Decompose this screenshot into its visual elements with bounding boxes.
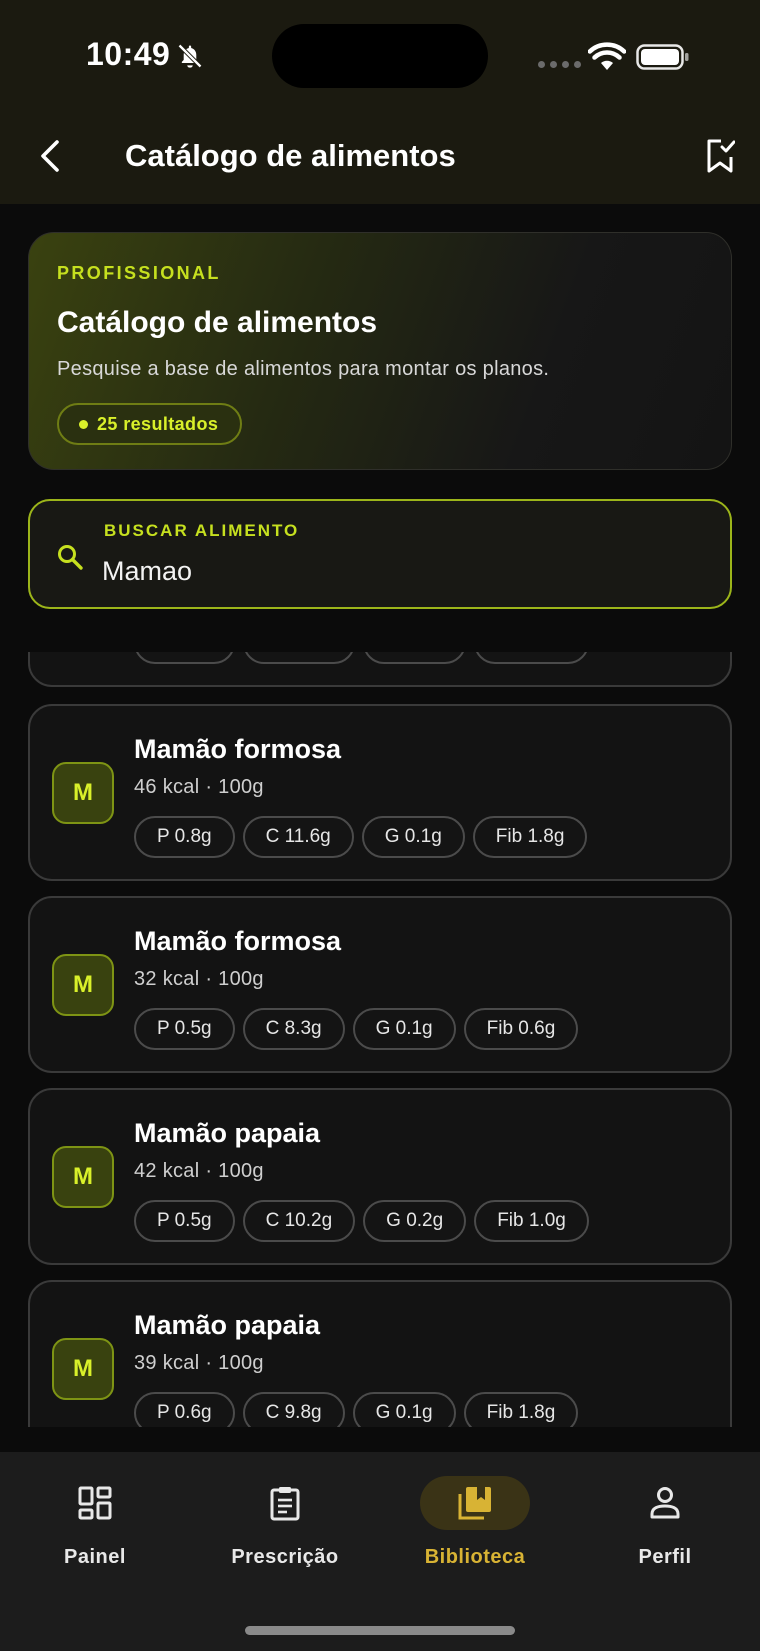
macro-chips: P 0.5g C 10.2g G 0.2g Fib 1.0g	[134, 1200, 589, 1242]
dynamic-island	[272, 24, 488, 88]
food-name: Mamão formosa	[134, 734, 342, 764]
status-time: 10:49	[86, 36, 171, 72]
search-label: BUSCAR ALIMENTO	[104, 521, 300, 540]
food-name: Mamão formosa	[134, 926, 342, 956]
app-bar-title: Catálogo de alimentos	[125, 138, 456, 173]
food-card[interactable]: M P 0.2g C 34.6g G 0.1g Fib 1.0g	[28, 652, 732, 687]
food-name: Mamão papaia	[134, 1118, 321, 1148]
macro-chips: P 0.5g C 8.3g G 0.1g Fib 0.6g	[134, 1008, 579, 1050]
fat-chip: G 0.1g	[352, 1392, 456, 1427]
food-calories: 32 kcal · 100g	[134, 968, 264, 990]
protein-chip: P 0.5g	[134, 1008, 235, 1050]
carbs-chip: C 34.6g	[242, 652, 356, 664]
protein-chip: P 0.8g	[134, 816, 235, 858]
chevron-left-icon	[41, 140, 59, 172]
nav-item-prescricao[interactable]: Prescrição	[190, 1476, 380, 1586]
hero-card: PROFISSIONAL Catálogo de alimentos Pesqu…	[28, 232, 732, 470]
dashboard-icon	[78, 1486, 112, 1520]
food-calories: 46 kcal · 100g	[134, 776, 264, 798]
carbs-chip: C 11.6g	[242, 816, 354, 858]
clipboard-icon	[270, 1487, 300, 1521]
macro-chips: P 0.2g C 34.6g G 0.1g Fib 1.0g	[134, 652, 589, 664]
back-button[interactable]	[30, 136, 70, 176]
protein-chip: P 0.6g	[134, 1392, 235, 1427]
cellular-signal-icon	[538, 61, 581, 68]
fiber-chip: Fib 1.8g	[472, 816, 588, 858]
results-count-badge: 25 resultados	[57, 403, 243, 445]
nav-item-painel[interactable]: Painel	[0, 1476, 190, 1586]
fiber-chip: Fib 0.6g	[463, 1008, 579, 1050]
food-avatar: M	[52, 1338, 114, 1400]
macro-chips: P 0.8g C 11.6g G 0.1g Fib 1.8g	[134, 816, 588, 858]
nav-icon-container	[40, 1476, 150, 1530]
fat-chip: G 0.2g	[363, 1200, 467, 1242]
nav-label: Prescrição	[231, 1546, 339, 1568]
bottom-navigation: Painel Prescrição Biblioteca Perfil	[0, 1452, 760, 1651]
food-card[interactable]: M Mamão papaia 42 kcal · 100g P 0.5g C 1…	[28, 1088, 732, 1265]
nav-label: Perfil	[638, 1546, 692, 1568]
top-bar: 10:49 Catálogo de alimentos	[0, 0, 760, 204]
saved-bookmark-button[interactable]	[700, 136, 740, 176]
fat-chip: G 0.1g	[352, 1008, 456, 1050]
food-name: Mamão papaia	[134, 1310, 321, 1340]
nav-icon-container	[230, 1476, 340, 1530]
fiber-chip: Fib 1.8g	[463, 1392, 579, 1427]
nav-icon-container	[420, 1476, 530, 1530]
nav-label: Painel	[64, 1546, 126, 1568]
hero-eyebrow: PROFISSIONAL	[57, 263, 221, 283]
protein-chip: P 0.2g	[134, 652, 235, 664]
bookmark-check-icon	[707, 139, 735, 173]
nav-label: Biblioteca	[424, 1546, 526, 1568]
nav-icon-container	[610, 1476, 720, 1530]
search-field[interactable]: BUSCAR ALIMENTO	[28, 499, 732, 609]
food-calories: 42 kcal · 100g	[134, 1160, 264, 1182]
wifi-icon	[588, 42, 626, 70]
hero-title: Catálogo de alimentos	[57, 306, 378, 339]
food-card[interactable]: M Mamão formosa 32 kcal · 100g P 0.5g C …	[28, 896, 732, 1073]
person-icon	[650, 1487, 680, 1519]
macro-chips: P 0.6g C 9.8g G 0.1g Fib 1.8g	[134, 1392, 579, 1427]
screen: 10:49 Catálogo de alimentos PROFISSIONAL…	[0, 0, 760, 1651]
search-icon	[58, 545, 83, 570]
carbs-chip: C 8.3g	[242, 1008, 345, 1050]
food-avatar: M	[52, 954, 114, 1016]
status-dot-icon	[79, 419, 88, 429]
battery-icon	[636, 44, 689, 70]
nav-item-perfil[interactable]: Perfil	[570, 1476, 760, 1586]
results-count-label: 25 resultados	[97, 413, 219, 434]
food-list[interactable]: M P 0.2g C 34.6g G 0.1g Fib 1.0g M Mamão…	[0, 652, 760, 1427]
library-icon	[458, 1487, 491, 1520]
hero-subtitle: Pesquise a base de alimentos para montar…	[57, 358, 550, 380]
carbs-chip: C 9.8g	[242, 1392, 345, 1427]
fiber-chip: Fib 1.0g	[474, 652, 589, 664]
search-input[interactable]	[102, 551, 702, 591]
food-avatar: M	[52, 1146, 114, 1208]
fat-chip: G 0.1g	[363, 652, 467, 664]
food-card[interactable]: M Mamão papaia 39 kcal · 100g P 0.6g C 9…	[28, 1280, 732, 1427]
fiber-chip: Fib 1.0g	[474, 1200, 589, 1242]
protein-chip: P 0.5g	[134, 1200, 235, 1242]
food-card[interactable]: M Mamão formosa 46 kcal · 100g P 0.8g C …	[28, 704, 732, 881]
carbs-chip: C 10.2g	[242, 1200, 356, 1242]
food-avatar: M	[52, 762, 114, 824]
food-calories: 39 kcal · 100g	[134, 1352, 264, 1374]
nav-item-biblioteca[interactable]: Biblioteca	[380, 1476, 570, 1586]
home-indicator[interactable]	[245, 1626, 515, 1635]
fat-chip: G 0.1g	[361, 816, 465, 858]
bell-off-icon	[178, 44, 202, 68]
